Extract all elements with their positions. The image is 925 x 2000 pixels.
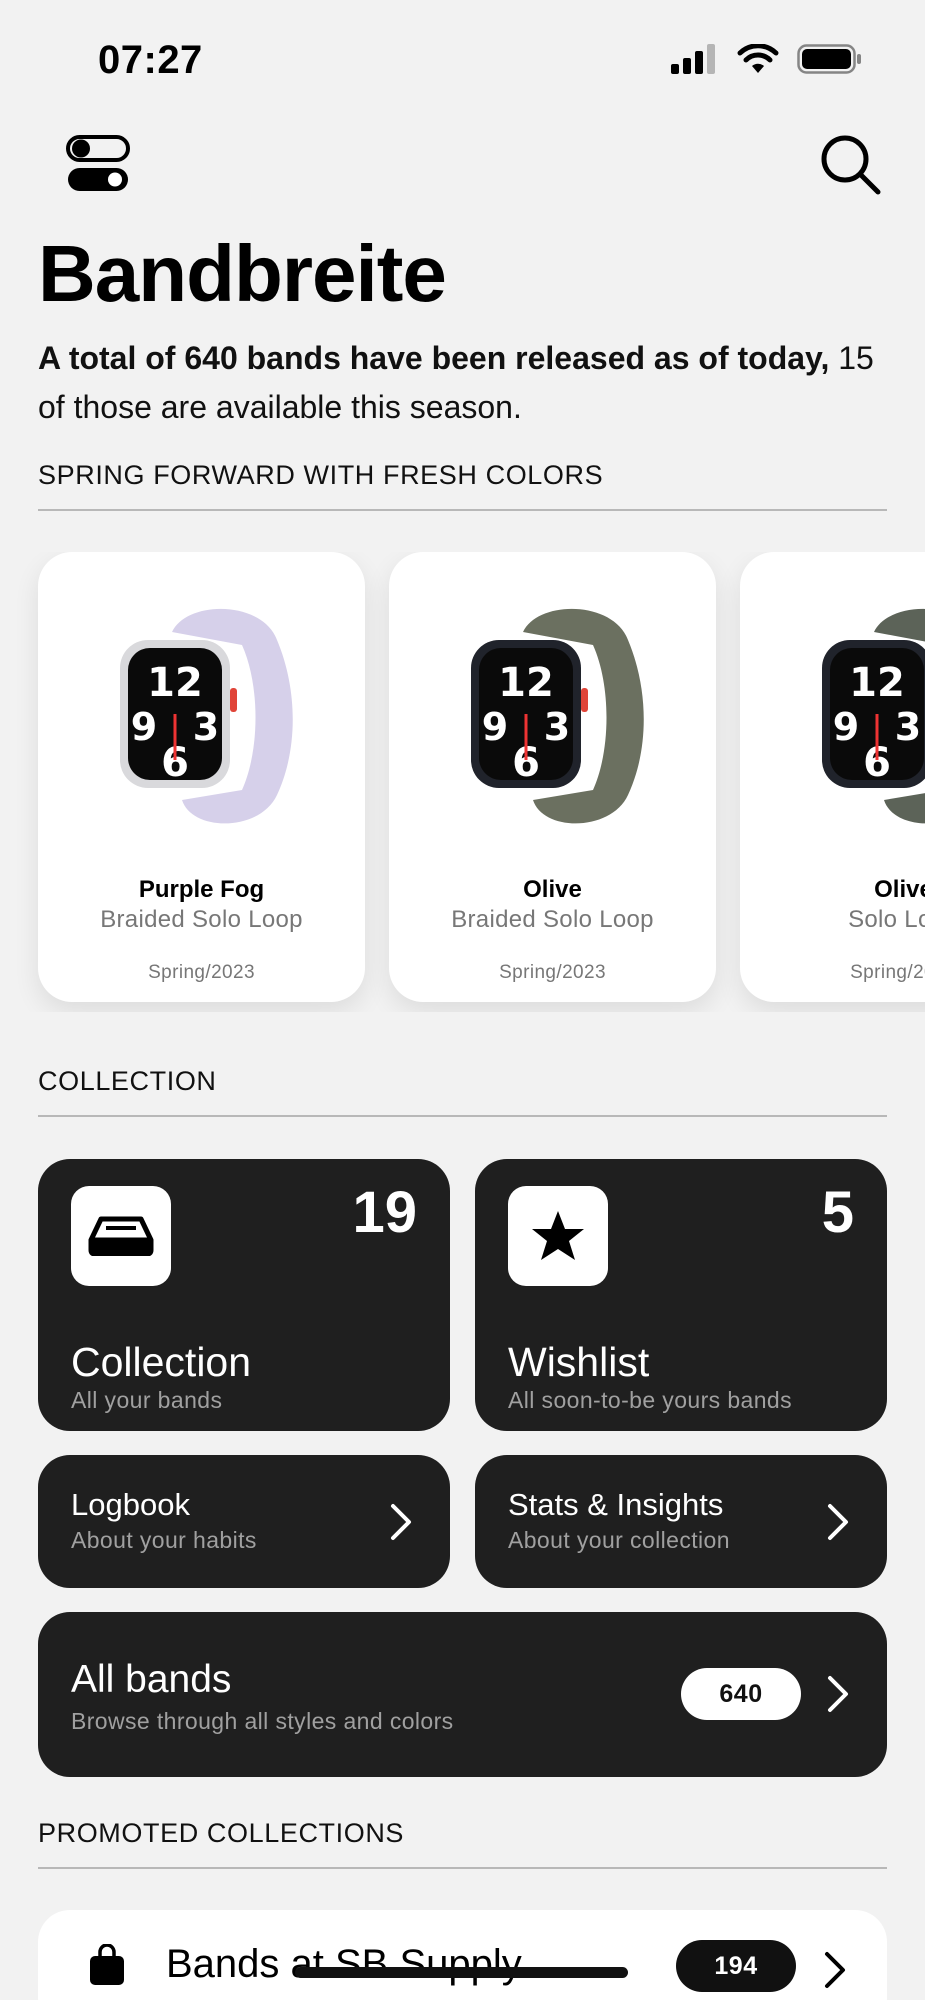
featured-carousel[interactable]: 12 9 3 6 Purple Fog Braided Solo Loop Sp… — [0, 552, 925, 1012]
home-indicator[interactable] — [295, 1967, 628, 1978]
svg-text:3: 3 — [543, 705, 569, 749]
band-name: Olive — [874, 876, 925, 903]
intro-text: A total of 640 bands have been released … — [38, 334, 878, 432]
chevron-right-icon — [825, 1952, 845, 1988]
search-icon[interactable] — [818, 132, 882, 196]
collection-subtitle: All your bands — [71, 1387, 223, 1413]
logbook-title: Logbook — [71, 1487, 190, 1522]
intro-bold-text: A total of 640 bands have been released … — [38, 340, 830, 376]
svg-text:12: 12 — [849, 660, 905, 706]
page-title: Bandbreite — [38, 229, 447, 318]
wifi-icon — [737, 44, 779, 73]
collection-section-header: COLLECTION — [38, 1066, 887, 1117]
collection-title: Collection — [71, 1339, 252, 1385]
collection-count: 19 — [352, 1180, 417, 1245]
all-bands-count-badge: 640 — [681, 1668, 801, 1720]
stats-subtitle: About your collection — [508, 1527, 730, 1553]
band-type: Braided Solo Loop — [100, 906, 303, 933]
band-name: Olive — [523, 876, 582, 903]
band-name: Purple Fog — [138, 876, 265, 903]
svg-text:9: 9 — [130, 705, 156, 749]
chevron-right-icon — [828, 1676, 848, 1712]
all-bands-title: All bands — [71, 1658, 232, 1701]
band-type: Braided Solo Loop — [451, 906, 654, 933]
watch-band-image: 12 9 3 6 — [119, 608, 293, 824]
wishlist-tile[interactable]: 5 Wishlist All soon-to-be yours bands — [475, 1159, 887, 1431]
logbook-subtitle: About your habits — [71, 1527, 257, 1553]
watch-band-image: 12 9 3 6 — [470, 608, 644, 824]
status-bar: 07:27 — [0, 0, 925, 110]
collection-tile[interactable]: 19 Collection All your bands — [38, 1159, 450, 1431]
svg-text:12: 12 — [498, 660, 554, 706]
star-icon — [532, 1211, 584, 1260]
status-time: 07:27 — [98, 38, 203, 82]
promoted-item-title: Bands at SB Supply — [166, 1942, 522, 1986]
wishlist-subtitle: All soon-to-be yours bands — [508, 1387, 792, 1413]
settings-toggle-icon[interactable] — [66, 134, 132, 194]
collection-icon-box — [71, 1186, 171, 1286]
tray-icon — [88, 1216, 154, 1256]
svg-text:12: 12 — [147, 660, 203, 706]
band-card[interactable]: 12 9 3 6 Olive Braided Solo Loop Spring/… — [389, 552, 716, 1002]
status-icons — [671, 44, 863, 74]
svg-text:3: 3 — [894, 705, 920, 749]
chevron-right-icon — [828, 1504, 848, 1540]
promoted-item-count-badge: 194 — [676, 1940, 796, 1992]
band-type: Solo Loop — [848, 906, 925, 933]
logbook-tile[interactable]: Logbook About your habits — [38, 1455, 450, 1588]
svg-text:9: 9 — [832, 705, 858, 749]
stats-tile[interactable]: Stats & Insights About your collection — [475, 1455, 887, 1588]
promoted-section-header: PROMOTED COLLECTIONS — [38, 1818, 887, 1869]
cellular-signal-icon — [671, 44, 715, 74]
watch-band-image: 12 9 3 6 — [821, 608, 925, 824]
stats-title: Stats & Insights — [508, 1487, 724, 1522]
svg-text:9: 9 — [481, 705, 507, 749]
band-card[interactable]: 12 9 3 6 Olive Solo Loop Spring/2023 — [740, 552, 925, 1002]
wishlist-count: 5 — [821, 1180, 854, 1245]
all-bands-tile[interactable]: All bands Browse through all styles and … — [38, 1612, 887, 1777]
band-card[interactable]: 12 9 3 6 Purple Fog Braided Solo Loop Sp… — [38, 552, 365, 1002]
band-season: Spring/2023 — [850, 962, 925, 983]
band-season: Spring/2023 — [499, 962, 606, 983]
all-bands-subtitle: Browse through all styles and colors — [71, 1708, 454, 1734]
promoted-collection-item[interactable]: Bands at SB Supply 194 — [38, 1910, 887, 2000]
featured-section-header: SPRING FORWARD WITH FRESH COLORS — [38, 460, 887, 511]
battery-icon — [797, 44, 861, 74]
chevron-right-icon — [391, 1504, 411, 1540]
wishlist-icon-box — [508, 1186, 608, 1286]
svg-text:3: 3 — [192, 705, 218, 749]
band-season: Spring/2023 — [148, 962, 255, 983]
shopping-bag-icon — [90, 1944, 124, 1985]
wishlist-title: Wishlist — [508, 1339, 650, 1385]
